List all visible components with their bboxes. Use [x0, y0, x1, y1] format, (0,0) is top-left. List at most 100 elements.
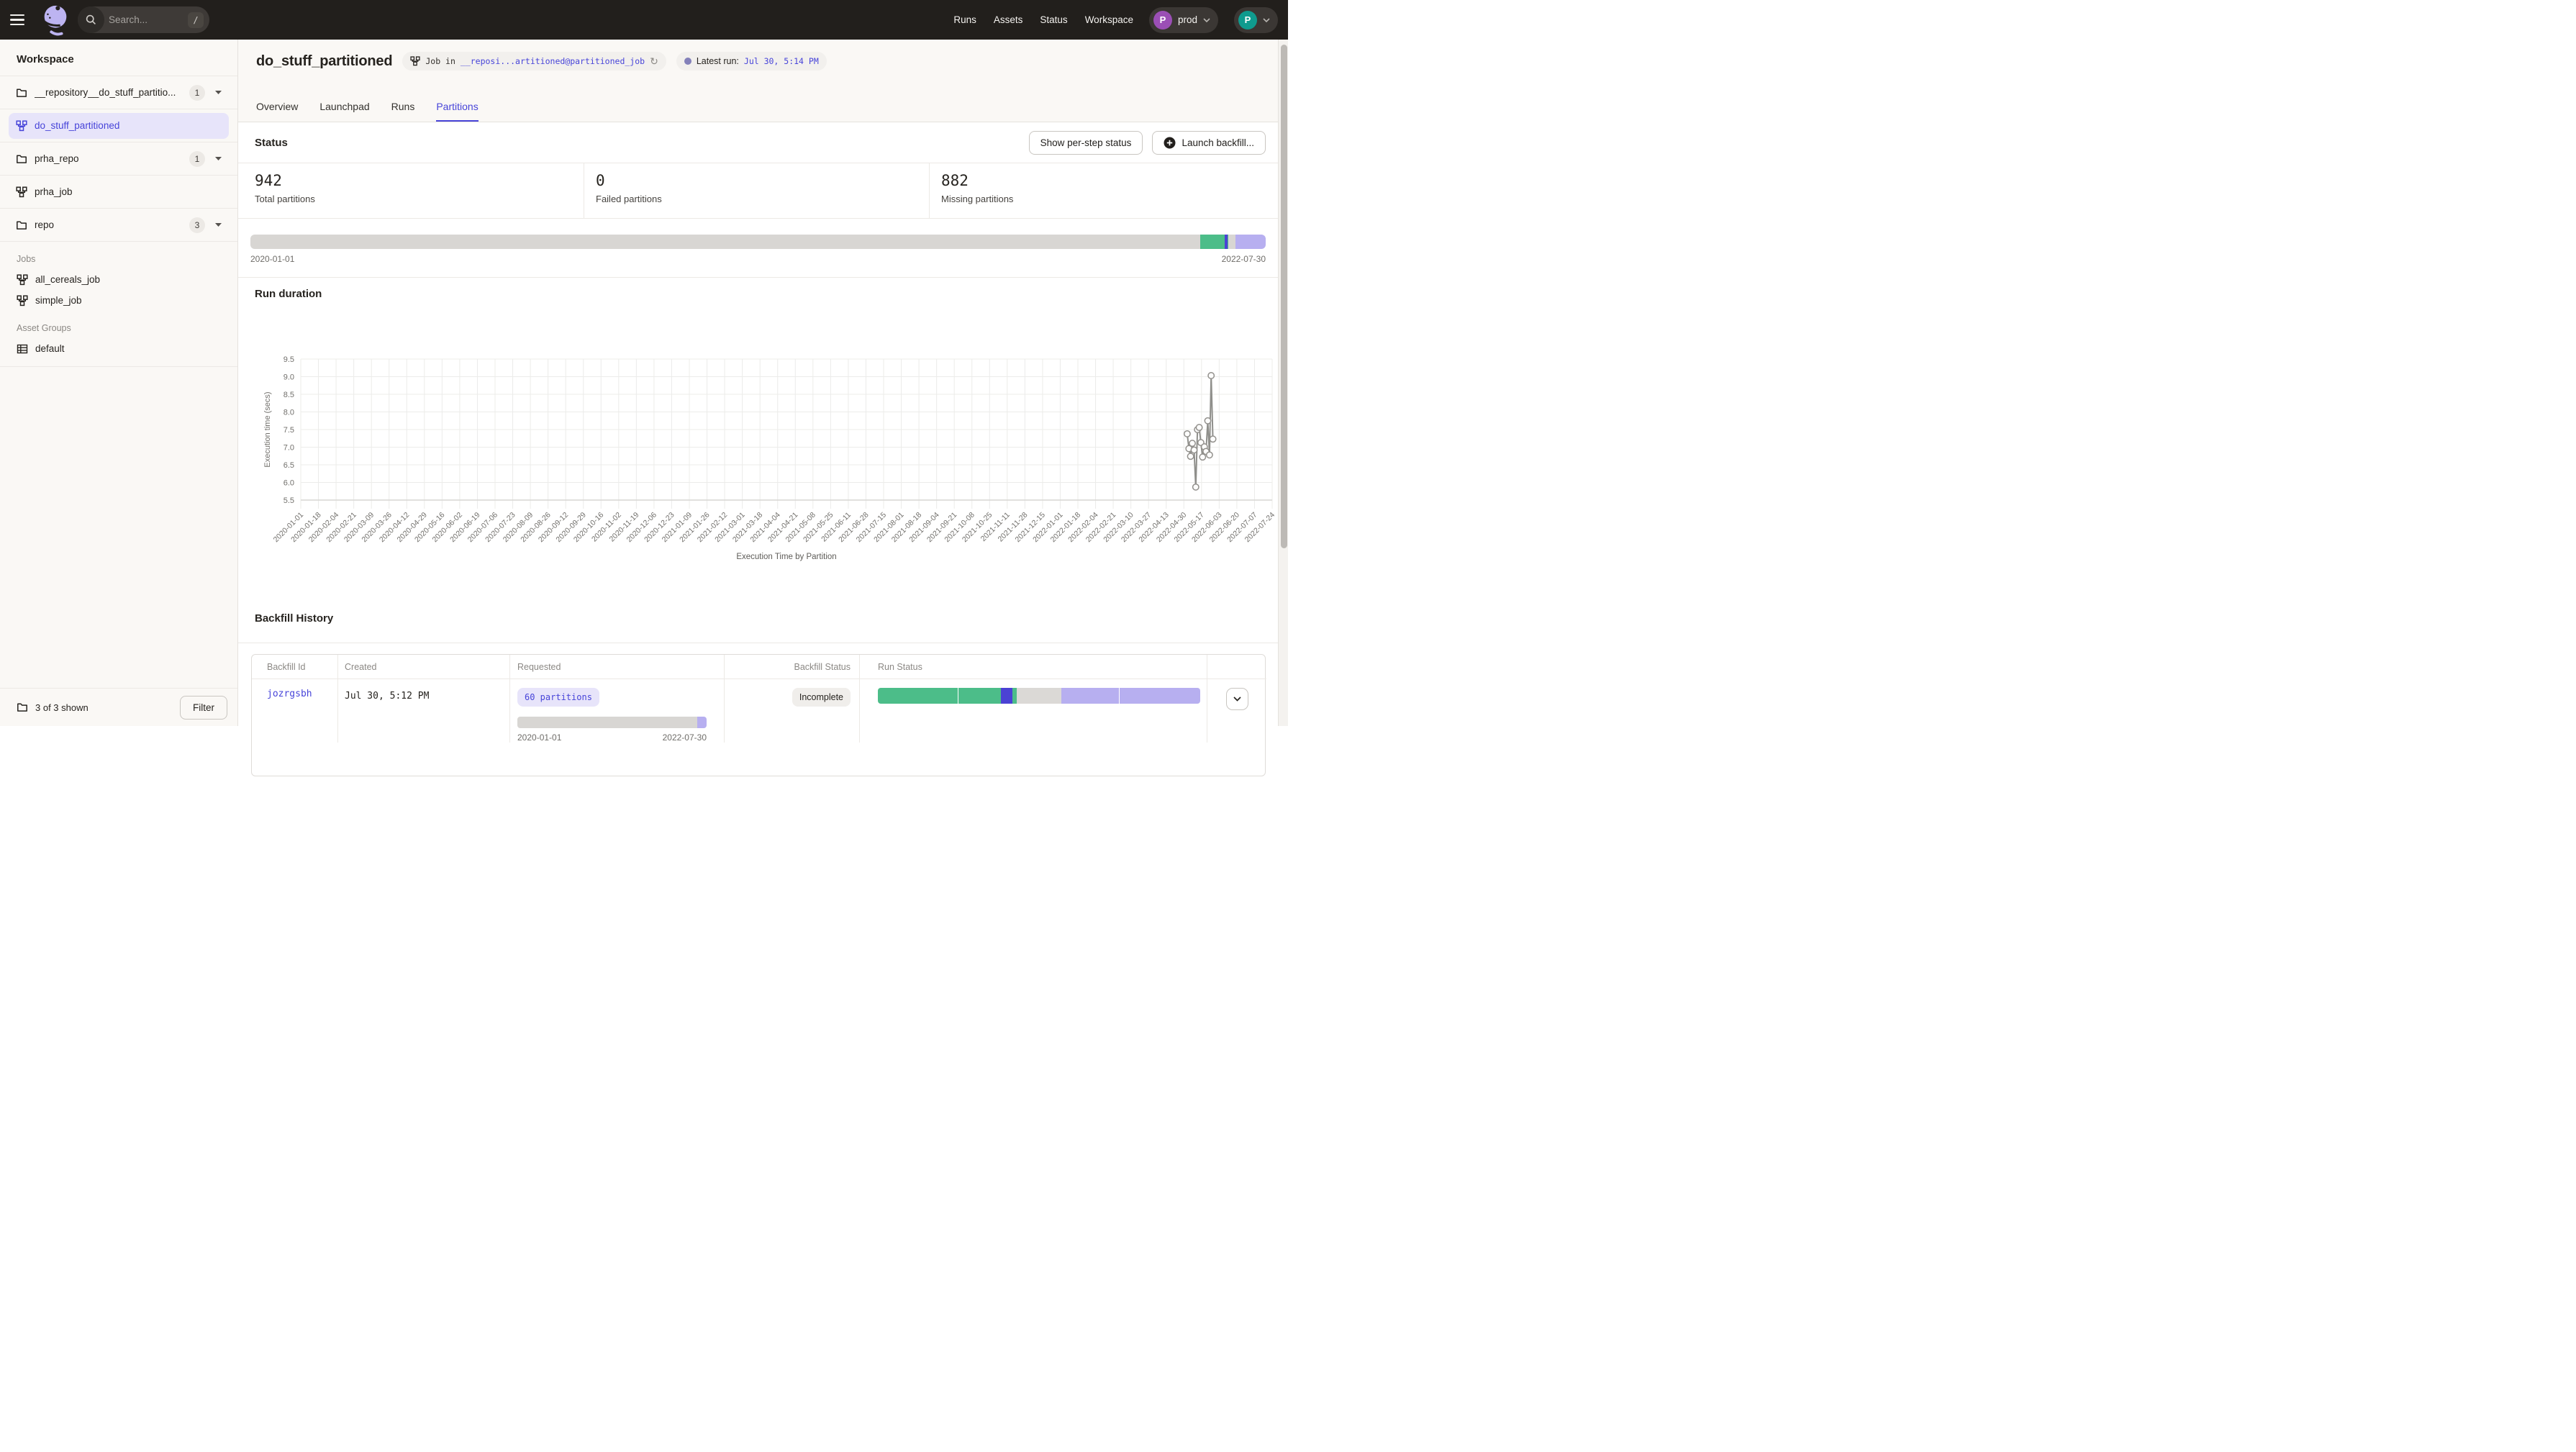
svg-text:Execution Time by Partition: Execution Time by Partition — [736, 553, 836, 561]
backfill-requested-cell: 60 partitions 2020-01-01 2022-07-30 — [510, 679, 725, 743]
launch-backfill-button[interactable]: Launch backfill... — [1152, 131, 1266, 155]
svg-text:6.0: 6.0 — [284, 479, 294, 488]
launch-backfill-label: Launch backfill... — [1182, 137, 1254, 148]
chevron-down-icon — [1233, 696, 1241, 702]
partition-status-bar[interactable] — [250, 235, 1266, 249]
sidebar-item-all-cereals-job[interactable]: all_cereals_job — [0, 269, 237, 290]
job-tag: Job in __reposi...artitioned@partitioned… — [402, 52, 666, 71]
folder-icon — [16, 219, 27, 231]
backfill-id-link[interactable]: jozrgsbh — [267, 689, 312, 699]
bar-segment — [1200, 235, 1225, 249]
sidebar-item-label: default — [35, 343, 65, 354]
column-header-created: Created — [338, 655, 510, 679]
requested-partitions-chip[interactable]: 60 partitions — [517, 688, 599, 707]
expand-row-button[interactable] — [1226, 688, 1248, 710]
user-avatar: P — [1238, 11, 1257, 30]
run-status-cell — [860, 679, 1207, 743]
caret-down-icon[interactable] — [215, 157, 222, 160]
column-header-backfill-status: Backfill Status — [725, 655, 860, 679]
shown-count: 3 of 3 shown — [35, 702, 89, 713]
bar-segment — [697, 717, 707, 728]
sidebar-item-prha-repo[interactable]: prha_repo1 — [0, 142, 237, 176]
bar-segment — [517, 717, 697, 728]
sidebar-item-repo[interactable]: repo3 — [0, 209, 237, 242]
stat-total-partitions: 942 Total partitions — [238, 163, 584, 218]
tab-overview[interactable]: Overview — [256, 101, 298, 122]
repository-list: __repository__do_stuff_partitio...1do_st… — [0, 76, 237, 242]
backfill-created-cell: Jul 30, 5:12 PM — [338, 679, 510, 743]
sidebar-item-prha-job[interactable]: prha_job — [0, 176, 237, 209]
status-section-header: Status Show per-step status Launch backf… — [238, 122, 1278, 163]
partition-stats: 942 Total partitions 0 Failed partitions… — [238, 163, 1278, 219]
folder-icon — [16, 87, 27, 99]
sidebar-item-repository-do-stuff-partitio[interactable]: __repository__do_stuff_partitio...1 — [0, 76, 237, 109]
sidebar-item-label: prha_repo — [35, 153, 182, 164]
scrollbar[interactable] — [1278, 40, 1288, 726]
requested-bar-end-date: 2022-07-30 — [663, 732, 707, 743]
sidebar-item-do-stuff-partitioned[interactable]: do_stuff_partitioned — [0, 109, 237, 142]
sidebar-section-label-jobs: Jobs — [0, 242, 237, 269]
job-icon — [17, 274, 28, 286]
nav-link-status[interactable]: Status — [1040, 14, 1067, 25]
run-status-bar[interactable] — [878, 688, 1200, 704]
nav-link-runs[interactable]: Runs — [953, 14, 976, 25]
tab-partitions[interactable]: Partitions — [436, 101, 478, 122]
run-duration-chart[interactable]: 2020-01-012020-01-182020-02-042020-02-21… — [238, 338, 1278, 576]
backfill-table-header: Backfill IdCreatedRequestedBackfill Stat… — [252, 655, 1265, 679]
search-shortcut-badge: / — [188, 12, 204, 28]
deployment-switcher[interactable]: P prod — [1149, 7, 1218, 33]
nav-link-assets[interactable]: Assets — [994, 14, 1023, 25]
nav-links: Runs Assets Status Workspace — [953, 14, 1133, 25]
folder-icon — [16, 153, 27, 165]
bar-segment — [1017, 688, 1061, 704]
caret-down-icon[interactable] — [215, 91, 222, 94]
total-partitions-value: 942 — [255, 172, 584, 189]
svg-text:7.5: 7.5 — [284, 426, 294, 435]
bar-segment — [958, 688, 1002, 704]
nav-link-workspace[interactable]: Workspace — [1085, 14, 1133, 25]
search-input[interactable] — [104, 14, 188, 25]
svg-text:8.0: 8.0 — [284, 409, 294, 417]
user-menu[interactable]: P — [1234, 7, 1278, 33]
backfill-table: Backfill IdCreatedRequestedBackfill Stat… — [251, 654, 1266, 776]
menu-icon[interactable] — [10, 11, 30, 30]
scrollbar-thumb[interactable] — [1281, 45, 1287, 548]
column-header-backfill-id: Backfill Id — [252, 655, 338, 679]
column-header-requested: Requested — [510, 655, 725, 679]
refresh-icon[interactable]: ↻ — [650, 56, 658, 66]
bar-segment — [1120, 688, 1200, 704]
sidebar-item-label: all_cereals_job — [35, 274, 100, 285]
requested-bar-start-date: 2020-01-01 — [517, 732, 561, 743]
latest-run-link[interactable]: Jul 30, 5:14 PM — [744, 56, 819, 66]
tab-launchpad[interactable]: Launchpad — [319, 101, 369, 122]
show-per-step-status-button[interactable]: Show per-step status — [1029, 131, 1143, 155]
sidebar-item-simple-job[interactable]: simple_job — [0, 290, 237, 311]
folder-icon — [17, 702, 28, 713]
sidebar-footer: 3 of 3 shown Filter — [0, 688, 237, 726]
page-title: do_stuff_partitioned — [256, 53, 392, 70]
filter-button[interactable]: Filter — [180, 696, 227, 720]
sidebar-item-default[interactable]: default — [0, 338, 237, 359]
job-tag-link[interactable]: __reposi...artitioned@partitioned_job — [461, 56, 645, 66]
search-bar[interactable]: / — [78, 6, 209, 33]
chevron-down-icon — [1263, 18, 1270, 22]
sidebar-title: Workspace — [0, 40, 237, 76]
failed-partitions-label: Failed partitions — [596, 194, 929, 204]
dagster-logo[interactable] — [39, 2, 72, 40]
caret-down-icon[interactable] — [215, 223, 222, 227]
svg-text:9.0: 9.0 — [284, 373, 294, 382]
sidebar-item-label: prha_job — [35, 186, 222, 197]
bar-segment — [1235, 235, 1266, 249]
tab-runs[interactable]: Runs — [391, 101, 415, 122]
svg-text:9.5: 9.5 — [284, 355, 294, 364]
backfill-status-cell: Incomplete — [725, 679, 860, 743]
sidebar-item-label: __repository__do_stuff_partitio... — [35, 87, 182, 98]
job-icon — [410, 56, 420, 66]
job-icon — [17, 295, 28, 307]
plus-circle-icon — [1164, 137, 1176, 149]
chevron-down-icon — [1203, 18, 1210, 22]
deployment-avatar: P — [1153, 11, 1172, 30]
sidebar-item-label: repo — [35, 219, 182, 230]
missing-partitions-value: 882 — [941, 172, 1278, 189]
bar-segment — [1061, 688, 1120, 704]
